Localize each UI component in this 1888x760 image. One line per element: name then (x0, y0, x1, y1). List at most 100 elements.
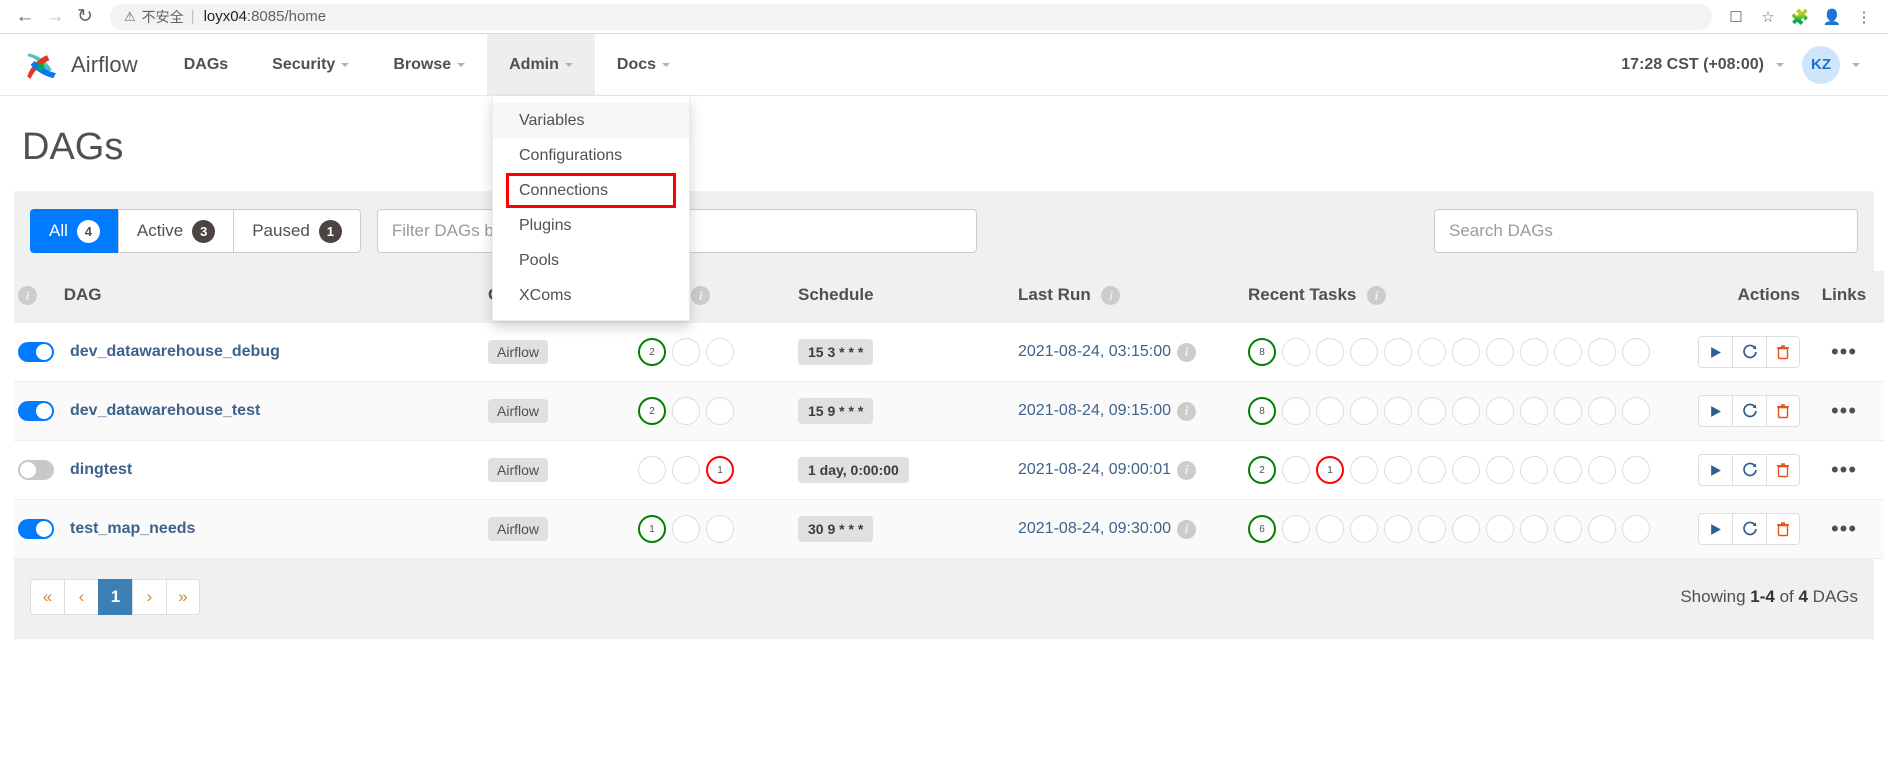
task-status-circle[interactable] (1384, 515, 1412, 544)
pagination-page-1[interactable]: 1 (98, 579, 132, 616)
task-status-circle[interactable] (1452, 338, 1480, 367)
links-menu-button[interactable]: ••• (1808, 398, 1880, 424)
task-status-circle[interactable] (1418, 515, 1446, 544)
task-status-circle[interactable] (1588, 338, 1616, 367)
delete-dag-button[interactable] (1766, 454, 1800, 487)
dag-name-link[interactable]: test_map_needs (70, 520, 195, 538)
star-icon[interactable]: ☆ (1754, 3, 1782, 31)
reload-icon[interactable]: ↻ (70, 2, 100, 32)
task-status-circle[interactable] (1452, 515, 1480, 544)
brand-home-link[interactable]: Airflow (0, 34, 162, 95)
filter-tab-all[interactable]: All 4 (30, 209, 118, 253)
last-run-time[interactable]: 2021-08-24, 09:30:00 (1018, 520, 1171, 538)
address-bar[interactable]: ⚠ 不安全 | loyx04:8085/home (110, 3, 1712, 30)
task-status-circle[interactable] (1486, 456, 1514, 485)
admin-menu-item-xcoms[interactable]: XComs (493, 278, 689, 313)
delete-dag-button[interactable] (1766, 336, 1800, 369)
admin-menu-item-variables[interactable]: Variables (493, 103, 689, 138)
clock-menu[interactable]: 17:28 CST (+08:00) (1621, 56, 1784, 74)
run-status-circle[interactable] (672, 338, 700, 367)
nav-item-browse[interactable]: Browse (371, 34, 487, 95)
admin-menu-item-pools[interactable]: Pools (493, 243, 689, 278)
delete-dag-button[interactable] (1766, 395, 1800, 428)
run-status-circle[interactable] (672, 456, 700, 485)
task-status-circle[interactable] (1554, 338, 1582, 367)
task-status-circle[interactable]: 8 (1248, 338, 1276, 367)
task-status-circle[interactable] (1316, 397, 1344, 426)
dag-pause-toggle[interactable] (18, 401, 54, 422)
task-status-circle[interactable] (1486, 397, 1514, 426)
task-status-circle[interactable] (1554, 397, 1582, 426)
task-status-circle[interactable] (1554, 456, 1582, 485)
task-status-circle[interactable] (1350, 515, 1378, 544)
dag-name-link[interactable]: dev_datawarehouse_test (70, 402, 260, 420)
dag-name-link[interactable]: dingtest (70, 461, 132, 479)
nav-item-security[interactable]: Security (250, 34, 371, 95)
refresh-dag-button[interactable] (1732, 395, 1766, 428)
info-icon[interactable]: i (1367, 286, 1387, 306)
info-icon[interactable]: i (1177, 401, 1197, 421)
task-status-circle[interactable] (1350, 397, 1378, 426)
dag-pause-toggle[interactable] (18, 519, 54, 540)
links-menu-button[interactable]: ••• (1808, 339, 1880, 365)
task-status-circle[interactable] (1622, 397, 1650, 426)
task-status-circle[interactable] (1282, 338, 1310, 367)
task-status-circle[interactable] (1452, 397, 1480, 426)
profile-icon[interactable]: 👤 (1818, 3, 1846, 31)
search-input[interactable]: Search DAGs (1434, 209, 1858, 253)
run-status-circle[interactable] (706, 397, 734, 426)
last-run-time[interactable]: 2021-08-24, 03:15:00 (1018, 343, 1171, 361)
trigger-dag-button[interactable] (1698, 395, 1732, 428)
info-icon[interactable]: i (1177, 342, 1197, 362)
trigger-dag-button[interactable] (1698, 513, 1732, 546)
pagination-last[interactable]: » (166, 579, 200, 616)
refresh-dag-button[interactable] (1732, 454, 1766, 487)
task-status-circle[interactable] (1418, 397, 1446, 426)
info-icon[interactable]: i (1177, 519, 1197, 539)
trigger-dag-button[interactable] (1698, 336, 1732, 369)
info-icon[interactable]: i (1101, 286, 1121, 306)
task-status-circle[interactable] (1282, 515, 1310, 544)
kebab-menu-icon[interactable]: ⋮ (1850, 3, 1878, 31)
dag-name-link[interactable]: dev_datawarehouse_debug (70, 343, 280, 361)
task-status-circle[interactable] (1622, 338, 1650, 367)
nav-item-dags[interactable]: DAGs (162, 34, 250, 95)
dag-pause-toggle[interactable] (18, 460, 54, 481)
run-status-circle[interactable]: 2 (638, 338, 666, 367)
task-status-circle[interactable] (1554, 515, 1582, 544)
last-run-time[interactable]: 2021-08-24, 09:15:00 (1018, 402, 1171, 420)
admin-menu-item-plugins[interactable]: Plugins (493, 208, 689, 243)
task-status-circle[interactable] (1452, 456, 1480, 485)
forward-arrow-icon[interactable]: → (40, 2, 70, 32)
task-status-circle[interactable] (1520, 338, 1548, 367)
last-run-time[interactable]: 2021-08-24, 09:00:01 (1018, 461, 1171, 479)
pagination-first[interactable]: « (30, 579, 64, 616)
user-menu[interactable]: KZ (1802, 45, 1860, 84)
dag-pause-toggle[interactable] (18, 342, 54, 363)
run-status-circle[interactable]: 1 (638, 515, 666, 544)
task-status-circle[interactable] (1316, 338, 1344, 367)
task-status-circle[interactable] (1622, 456, 1650, 485)
task-status-circle[interactable] (1350, 456, 1378, 485)
task-status-circle[interactable] (1520, 397, 1548, 426)
info-icon[interactable]: i (1177, 460, 1197, 480)
task-status-circle[interactable]: 8 (1248, 397, 1276, 426)
task-status-circle[interactable] (1384, 338, 1412, 367)
task-status-circle[interactable] (1316, 515, 1344, 544)
trigger-dag-button[interactable] (1698, 454, 1732, 487)
links-menu-button[interactable]: ••• (1808, 457, 1880, 483)
run-status-circle[interactable] (706, 338, 734, 367)
run-status-circle[interactable] (706, 515, 734, 544)
info-icon[interactable]: i (18, 286, 37, 306)
task-status-circle[interactable] (1622, 515, 1650, 544)
task-status-circle[interactable]: 2 (1248, 456, 1276, 485)
task-status-circle[interactable]: 1 (1316, 456, 1344, 485)
task-status-circle[interactable] (1588, 456, 1616, 485)
puzzle-icon[interactable]: 🧩 (1786, 3, 1814, 31)
filter-tab-paused[interactable]: Paused 1 (233, 209, 361, 253)
task-status-circle[interactable] (1486, 515, 1514, 544)
filter-tab-active[interactable]: Active 3 (117, 209, 234, 253)
nav-item-docs[interactable]: Docs (595, 34, 692, 95)
task-status-circle[interactable] (1418, 338, 1446, 367)
task-status-circle[interactable] (1384, 456, 1412, 485)
